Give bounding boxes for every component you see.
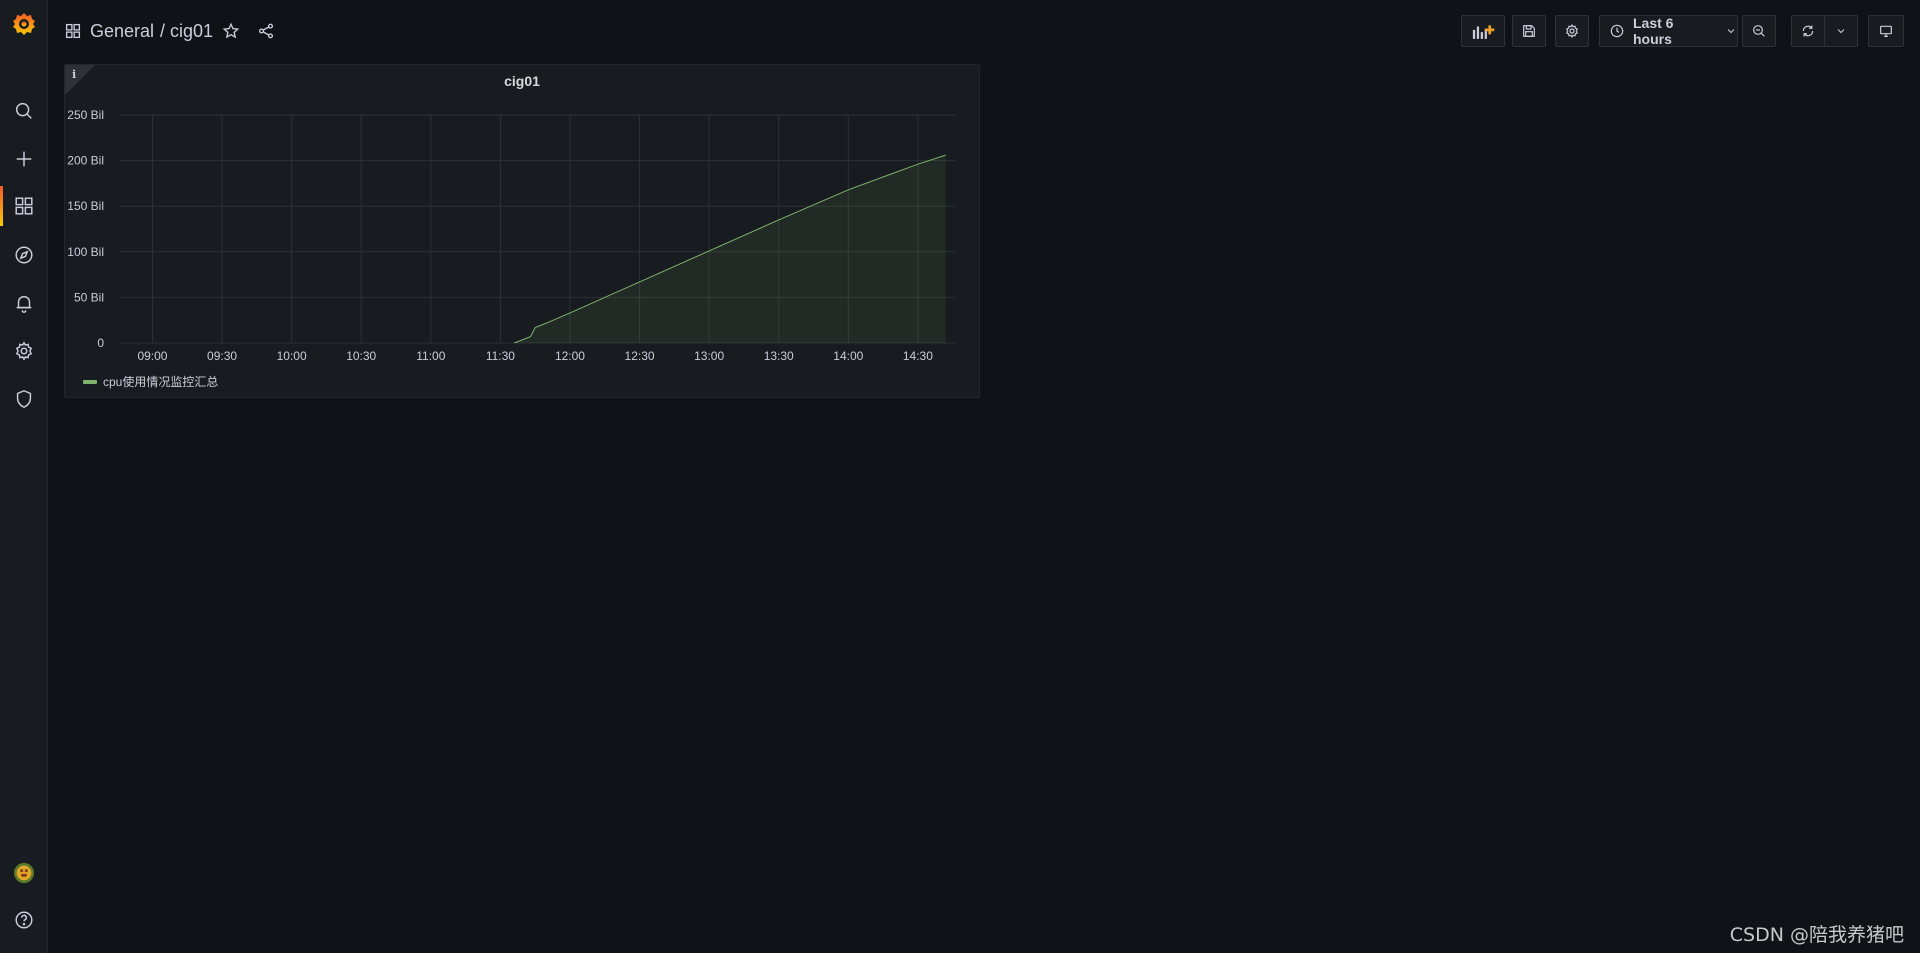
monitor-icon (1880, 25, 1892, 37)
x-tick-label: 13:30 (764, 349, 794, 363)
dashboard-navbar: General / cig01 Last 6 hours (48, 0, 1920, 62)
breadcrumb-dashboard[interactable]: / cig01 (160, 16, 213, 46)
legend: cpu使用情况监控汇总 (83, 373, 218, 390)
chevron-down-icon (1725, 25, 1737, 37)
dashboard-grid-icon (64, 16, 82, 46)
x-tick-label: 14:30 (903, 349, 933, 363)
refresh-icon (1802, 25, 1814, 37)
x-tick-label: 13:00 (694, 349, 724, 363)
dashboards-icon[interactable] (0, 186, 48, 226)
y-tick-label: 100 Bil (67, 245, 104, 259)
x-tick-label: 12:00 (555, 349, 585, 363)
x-tick-label: 11:00 (416, 349, 445, 363)
legend-series-name[interactable]: cpu使用情况监控汇总 (103, 373, 218, 390)
y-tick-label: 250 Bil (67, 108, 104, 122)
y-tick-label: 0 (97, 336, 104, 350)
graph-panel[interactable]: i cig01 0 50 Bil 100 Bil 150 Bil 200 Bil 250 … (64, 64, 980, 398)
share-icon[interactable] (257, 16, 275, 46)
shield-icon[interactable] (0, 379, 48, 419)
avatar[interactable] (0, 853, 48, 893)
x-tick-label: 11:30 (486, 349, 515, 363)
save-dashboard-button[interactable] (1512, 15, 1546, 47)
dashboard-settings-button[interactable] (1555, 15, 1589, 47)
zoom-out-icon (1753, 25, 1765, 37)
plus-icon[interactable] (0, 139, 48, 179)
y-tick-label: 150 Bil (67, 199, 104, 213)
zoom-out-button[interactable] (1742, 15, 1776, 47)
clock-icon (1609, 23, 1625, 39)
explore-icon[interactable] (0, 235, 48, 275)
time-range-label: Last 6 hours (1633, 15, 1674, 47)
breadcrumb-folder[interactable]: General (90, 16, 154, 46)
tv-mode-button[interactable] (1868, 15, 1904, 47)
chevron-down-icon (1837, 29, 1845, 34)
star-icon[interactable] (222, 16, 240, 46)
add-panel-button[interactable] (1461, 15, 1505, 47)
refresh-button[interactable] (1791, 15, 1825, 47)
help-icon[interactable] (0, 900, 48, 940)
x-tick-label: 10:00 (277, 349, 307, 363)
x-tick-label: 10:30 (346, 349, 376, 363)
series-area-fill (514, 155, 946, 343)
time-series-chart[interactable]: 0 50 Bil 100 Bil 150 Bil 200 Bil 250 Bil 09:00… (65, 65, 979, 397)
legend-color-swatch[interactable] (83, 379, 97, 384)
grafana-logo-icon[interactable] (0, 6, 48, 42)
settings-icon[interactable] (0, 331, 48, 371)
y-tick-label: 200 Bil (67, 154, 104, 168)
watermark: CSDN @陪我养猪吧 (1729, 924, 1904, 946)
x-tick-label: 12:30 (625, 349, 655, 363)
sidebar (0, 0, 48, 953)
search-icon[interactable] (0, 91, 48, 131)
x-tick-label: 09:00 (137, 349, 167, 363)
time-picker-button[interactable]: Last 6 hours (1599, 15, 1738, 47)
alerting-icon[interactable] (0, 283, 48, 323)
refresh-interval-dropdown[interactable] (1824, 15, 1858, 47)
x-tick-label: 14:00 (833, 349, 863, 363)
x-tick-label: 09:30 (207, 349, 237, 363)
y-tick-label: 50 Bil (74, 290, 104, 304)
